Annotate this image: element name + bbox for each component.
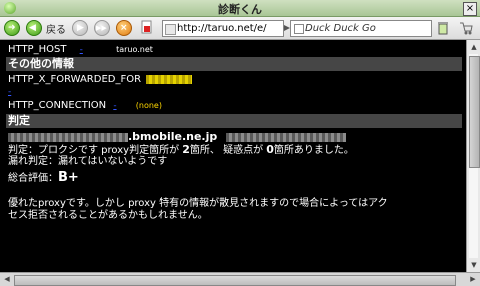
http-host-value: taruo.net: [116, 45, 153, 54]
leak-line: 漏れ判定：漏れてはいないようです: [8, 156, 168, 167]
overall-row: 総合評価：B+: [8, 170, 79, 185]
menu-button[interactable]: ➜: [4, 20, 20, 36]
trash-icon: [438, 22, 448, 35]
doubt-count: 0: [266, 143, 274, 156]
stop-button[interactable]: ×: [116, 20, 132, 36]
horizontal-scrollbar[interactable]: ◀ ▶: [0, 272, 480, 286]
window-title: 診断くん: [218, 3, 262, 16]
host-row: .bmobile.ne.jp: [8, 130, 347, 144]
host-masked-value: [8, 132, 128, 142]
scroll-up-icon[interactable]: ▲: [469, 42, 479, 52]
http-host-link[interactable]: -: [80, 45, 83, 55]
page-content: HTTP_HOST - taruo.net その他の情報 HTTP_X_FORW…: [0, 40, 466, 272]
stop-icon: ×: [116, 20, 132, 36]
bookmark-button[interactable]: [140, 20, 154, 36]
section-judge: 判定: [6, 114, 462, 128]
vertical-scrollbar[interactable]: ▲ ▼: [466, 40, 480, 272]
ip-masked-value: [226, 132, 347, 142]
judge-count: 2: [182, 143, 190, 156]
title-bar: 診断くん ×: [0, 0, 480, 17]
section-other-info: その他の情報: [6, 57, 462, 71]
judge-prefix: 判定：プロクシです proxy判定箇所が: [8, 145, 183, 156]
url-text: http://taruo.net/e/: [177, 23, 267, 34]
search-placeholder: Duck Duck Go: [305, 23, 376, 34]
close-icon[interactable]: ×: [463, 2, 477, 16]
vertical-scroll-thumb[interactable]: [469, 56, 480, 168]
overall-label: 総合評価：: [8, 173, 58, 184]
browser-toolbar: ➜ ◀ 戻る ▶ ▶▶ × http://taruo.net/e/ Duck D…: [0, 17, 480, 40]
horizontal-scroll-thumb[interactable]: [14, 275, 456, 286]
menu-arrow-icon: ➜: [4, 20, 20, 36]
fast-forward-icon: ▶▶: [94, 20, 110, 36]
cart-icon: [460, 22, 473, 35]
xff-masked-value: [146, 74, 193, 84]
fast-forward-button[interactable]: ▶▶: [94, 20, 110, 36]
back-arrow-icon: ◀: [26, 20, 42, 36]
http-host-label: HTTP_HOST: [8, 44, 67, 55]
back-button[interactable]: ◀ 戻る: [26, 20, 66, 36]
scroll-left-icon[interactable]: ◀: [2, 274, 12, 284]
description-line-1: 優れたproxyです。しかし proxy 特有の情報が散見されますので場合によっ…: [8, 198, 388, 209]
judge-mid: 箇所、 疑惑点が: [189, 145, 267, 156]
search-field[interactable]: Duck Duck Go: [290, 20, 432, 37]
back-label: 戻る: [46, 24, 66, 36]
description-line-2: セス拒否されることがあるかもしれません。: [8, 210, 208, 221]
url-field[interactable]: http://taruo.net/e/: [162, 20, 284, 37]
connection-link[interactable]: -: [113, 101, 116, 111]
bookmark-icon: [141, 20, 152, 34]
trash-button[interactable]: [436, 20, 450, 36]
overall-grade: B+: [58, 170, 79, 185]
cart-button[interactable]: [458, 20, 474, 36]
forward-button[interactable]: ▶: [72, 20, 88, 36]
xff-label: HTTP_X_FORWARDED_FOR: [8, 74, 142, 85]
xff-link-row: -: [8, 86, 11, 98]
judge-suffix: 箇所ありました。: [273, 145, 354, 156]
scroll-down-icon[interactable]: ▼: [469, 260, 479, 270]
connection-value: (none): [135, 101, 162, 110]
http-host-row: HTTP_HOST - taruo.net: [8, 44, 153, 56]
host-suffix: .bmobile.ne.jp: [128, 130, 218, 143]
search-engine-icon: [294, 24, 304, 34]
page-icon: [165, 24, 176, 35]
connection-label: HTTP_CONNECTION: [8, 100, 107, 111]
connection-row: HTTP_CONNECTION - (none): [8, 100, 162, 112]
scroll-right-icon[interactable]: ▶: [468, 274, 478, 284]
forward-arrow-icon: ▶: [72, 20, 88, 36]
xff-link[interactable]: -: [8, 87, 11, 97]
xff-row: HTTP_X_FORWARDED_FOR: [8, 74, 193, 86]
